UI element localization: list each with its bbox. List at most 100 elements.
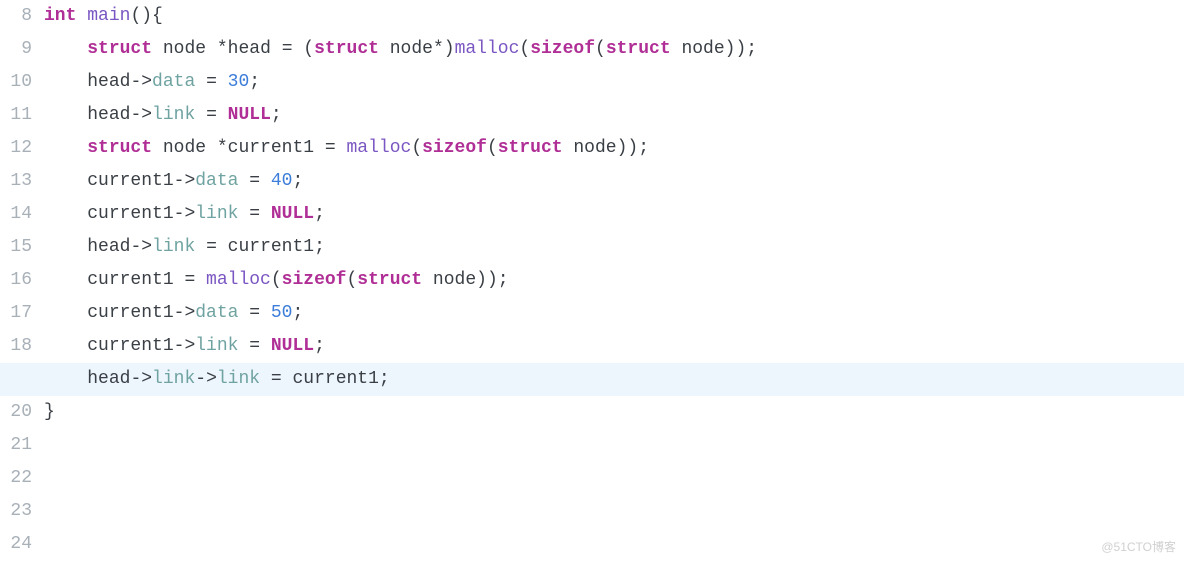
line-number: 22 [0, 462, 36, 495]
code-token: *) [433, 39, 455, 59]
code-token: ( [271, 270, 282, 290]
line-number: 11 [0, 99, 36, 132]
code-token: malloc [206, 270, 271, 290]
code-token: -> [195, 369, 217, 389]
code-token: link [152, 237, 195, 257]
code-token: NULL [271, 336, 314, 356]
code-token: head [87, 72, 130, 92]
code-token: )); [476, 270, 508, 290]
code-token [671, 39, 682, 59]
line-number: 18 [0, 330, 36, 363]
code-token: ; [249, 72, 260, 92]
code-line: int main(){ [44, 0, 1184, 33]
code-token: = [238, 336, 270, 356]
code-token: current1 [293, 369, 379, 389]
code-line: current1 = malloc(sizeof(struct node)); [44, 264, 1184, 297]
code-token: -> [174, 336, 196, 356]
code-token: main [87, 6, 130, 26]
code-token: link [217, 369, 260, 389]
code-token: ( [595, 39, 606, 59]
code-token [152, 138, 163, 158]
code-token: -> [130, 237, 152, 257]
code-line: current1->link = NULL; [44, 198, 1184, 231]
code-token: node [163, 39, 206, 59]
code-token: node [390, 39, 433, 59]
line-number: 12 [0, 132, 36, 165]
code-token: current1 [87, 336, 173, 356]
code-line: current1->link = NULL; [44, 330, 1184, 363]
code-token [422, 270, 433, 290]
line-number: 8 [0, 0, 36, 33]
line-number: 17 [0, 297, 36, 330]
code-token [44, 138, 87, 158]
code-token [152, 39, 163, 59]
code-token [44, 39, 87, 59]
code-token: struct [314, 39, 379, 59]
code-token [44, 171, 87, 191]
code-token: = [260, 369, 292, 389]
line-number: 10 [0, 66, 36, 99]
code-token: ( [346, 270, 357, 290]
code-token: data [195, 303, 238, 323]
code-token: link [152, 105, 195, 125]
code-token: struct [87, 138, 152, 158]
code-token: current1 [87, 204, 173, 224]
code-token: NULL [228, 105, 271, 125]
code-token: current1 [87, 303, 173, 323]
code-token: struct [87, 39, 152, 59]
code-token: sizeof [282, 270, 347, 290]
code-token: -> [130, 369, 152, 389]
code-token: data [152, 72, 195, 92]
code-token: 30 [228, 72, 250, 92]
code-token: -> [174, 171, 196, 191]
code-token [44, 303, 87, 323]
code-token: ; [314, 336, 325, 356]
code-token: NULL [271, 204, 314, 224]
code-token: )); [617, 138, 649, 158]
code-token: ; [292, 171, 303, 191]
line-number: 23 [0, 495, 36, 528]
code-token: = [238, 204, 270, 224]
code-token: link [195, 204, 238, 224]
code-token [44, 105, 87, 125]
code-line: current1->data = 40; [44, 165, 1184, 198]
code-token: struct [498, 138, 563, 158]
code-token: int [44, 6, 76, 26]
code-token: ( [487, 138, 498, 158]
line-number: 9 [0, 33, 36, 66]
line-number: 14 [0, 198, 36, 231]
code-token: * [206, 39, 228, 59]
code-line: head->data = 30; [44, 66, 1184, 99]
line-number: 16 [0, 264, 36, 297]
code-token: ; [379, 369, 390, 389]
code-token: link [152, 369, 195, 389]
line-number: 15 [0, 231, 36, 264]
code-token [44, 369, 87, 389]
code-token: = [195, 105, 227, 125]
code-token: ; [271, 105, 282, 125]
code-token: -> [174, 204, 196, 224]
code-token: sizeof [530, 39, 595, 59]
code-line: struct node *current1 = malloc(sizeof(st… [44, 132, 1184, 165]
code-token: -> [174, 303, 196, 323]
watermark-text: @51CTO博客 [1101, 531, 1176, 564]
code-token [44, 204, 87, 224]
code-token: link [195, 336, 238, 356]
code-token: ( [411, 138, 422, 158]
code-token: sizeof [422, 138, 487, 158]
code-line: head->link = NULL; [44, 99, 1184, 132]
code-token: node [681, 39, 724, 59]
code-viewport: 8 9 10 11 12 13 14 15 16 17 18 19 20 21 … [0, 0, 1184, 568]
code-token: = [314, 138, 346, 158]
code-line-highlighted: head->link->link = current1; [0, 363, 1184, 396]
code-token: head [87, 237, 130, 257]
code-token: ; [314, 237, 325, 257]
code-token: node [163, 138, 206, 158]
code-token: = [238, 303, 270, 323]
code-block: int main(){ struct node *head = (struct … [44, 0, 1184, 429]
code-token: head [87, 105, 130, 125]
code-token: = [195, 237, 227, 257]
code-token: = ( [271, 39, 314, 59]
line-number: 13 [0, 165, 36, 198]
code-token [76, 6, 87, 26]
